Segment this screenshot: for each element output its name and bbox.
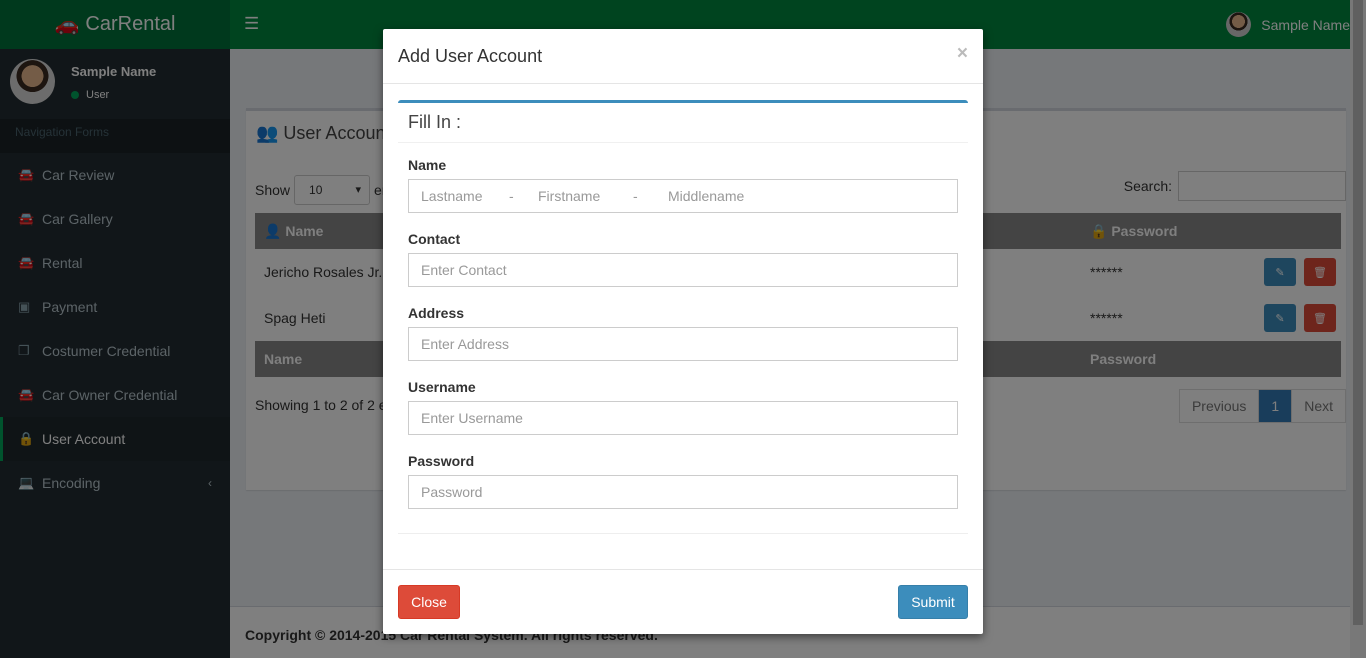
password-label: Password	[408, 453, 475, 469]
close-icon[interactable]: ×	[957, 43, 968, 65]
name-field: Lastname - Firstname - Middlename	[408, 179, 958, 213]
password-input[interactable]: Password	[408, 475, 958, 509]
contact-label: Contact	[408, 231, 461, 247]
address-input[interactable]: Enter Address	[408, 327, 958, 361]
address-group: Address Enter Address	[408, 305, 958, 361]
username-label: Username	[408, 379, 476, 395]
username-group: Username Enter Username	[408, 379, 958, 435]
section-title: Fill In :	[398, 103, 968, 143]
address-label: Address	[408, 305, 465, 321]
password-group: Password Password	[408, 453, 958, 509]
add-user-modal: Add User Account × Fill In : Name Lastna…	[383, 29, 983, 634]
middlename-input[interactable]: Middlename	[668, 188, 744, 204]
modal-title: Add User Account	[398, 46, 543, 66]
name-separator: -	[633, 188, 638, 204]
username-input[interactable]: Enter Username	[408, 401, 958, 435]
firstname-input[interactable]: Firstname	[538, 188, 633, 204]
divider	[398, 533, 968, 534]
contact-group: Contact Enter Contact	[408, 231, 958, 287]
name-label: Name	[408, 157, 447, 173]
contact-input[interactable]: Enter Contact	[408, 253, 958, 287]
modal-footer: Close Submit	[383, 569, 983, 634]
form-panel: Fill In : Name Lastname - Firstname - Mi…	[398, 100, 968, 534]
modal-header: Add User Account ×	[383, 29, 983, 84]
name-separator: -	[509, 188, 514, 204]
name-group: Name Lastname - Firstname - Middlename	[408, 157, 958, 213]
submit-button[interactable]: Submit	[898, 585, 968, 619]
lastname-input[interactable]: Lastname	[421, 188, 509, 204]
close-button[interactable]: Close	[398, 585, 460, 619]
